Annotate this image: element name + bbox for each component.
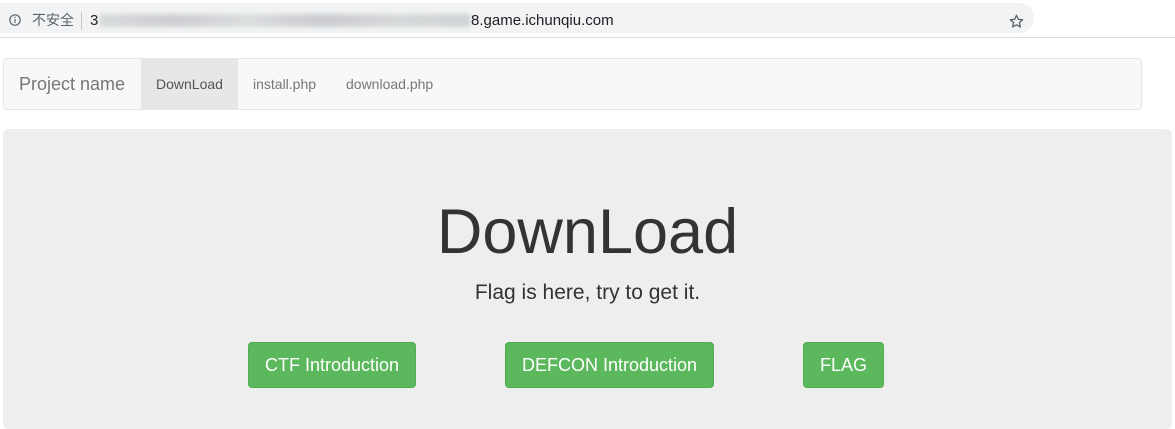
url-domain[interactable]: 8.game.ichunqiu.com xyxy=(471,12,614,30)
navbar-brand[interactable]: Project name xyxy=(19,59,125,109)
star-icon[interactable] xyxy=(1008,13,1025,30)
omnibox-divider xyxy=(81,12,82,30)
flag-button[interactable]: FLAG xyxy=(803,342,884,388)
navbar: Project name DownLoad install.php downlo… xyxy=(3,58,1142,110)
page-lead-text: Flag is here, try to get it. xyxy=(474,281,701,304)
nav-item-download-php[interactable]: download.php xyxy=(331,59,448,109)
nav-item-download[interactable]: DownLoad xyxy=(141,59,238,109)
url-prefix[interactable]: 3 xyxy=(90,12,98,30)
nav-item-install-php[interactable]: install.php xyxy=(238,59,331,109)
url-redacted xyxy=(100,14,470,27)
ctf-introduction-button[interactable]: CTF Introduction xyxy=(248,342,416,388)
security-status-label[interactable]: 不安全 xyxy=(32,12,74,30)
omnibox[interactable]: 不安全 3 8.game.ichunqiu.com xyxy=(0,3,1034,33)
browser-address-bar: 不安全 3 8.game.ichunqiu.com xyxy=(0,0,1175,38)
info-icon[interactable] xyxy=(9,14,21,26)
page-title: DownLoad xyxy=(436,197,739,267)
defcon-introduction-button[interactable]: DEFCON Introduction xyxy=(505,342,714,388)
